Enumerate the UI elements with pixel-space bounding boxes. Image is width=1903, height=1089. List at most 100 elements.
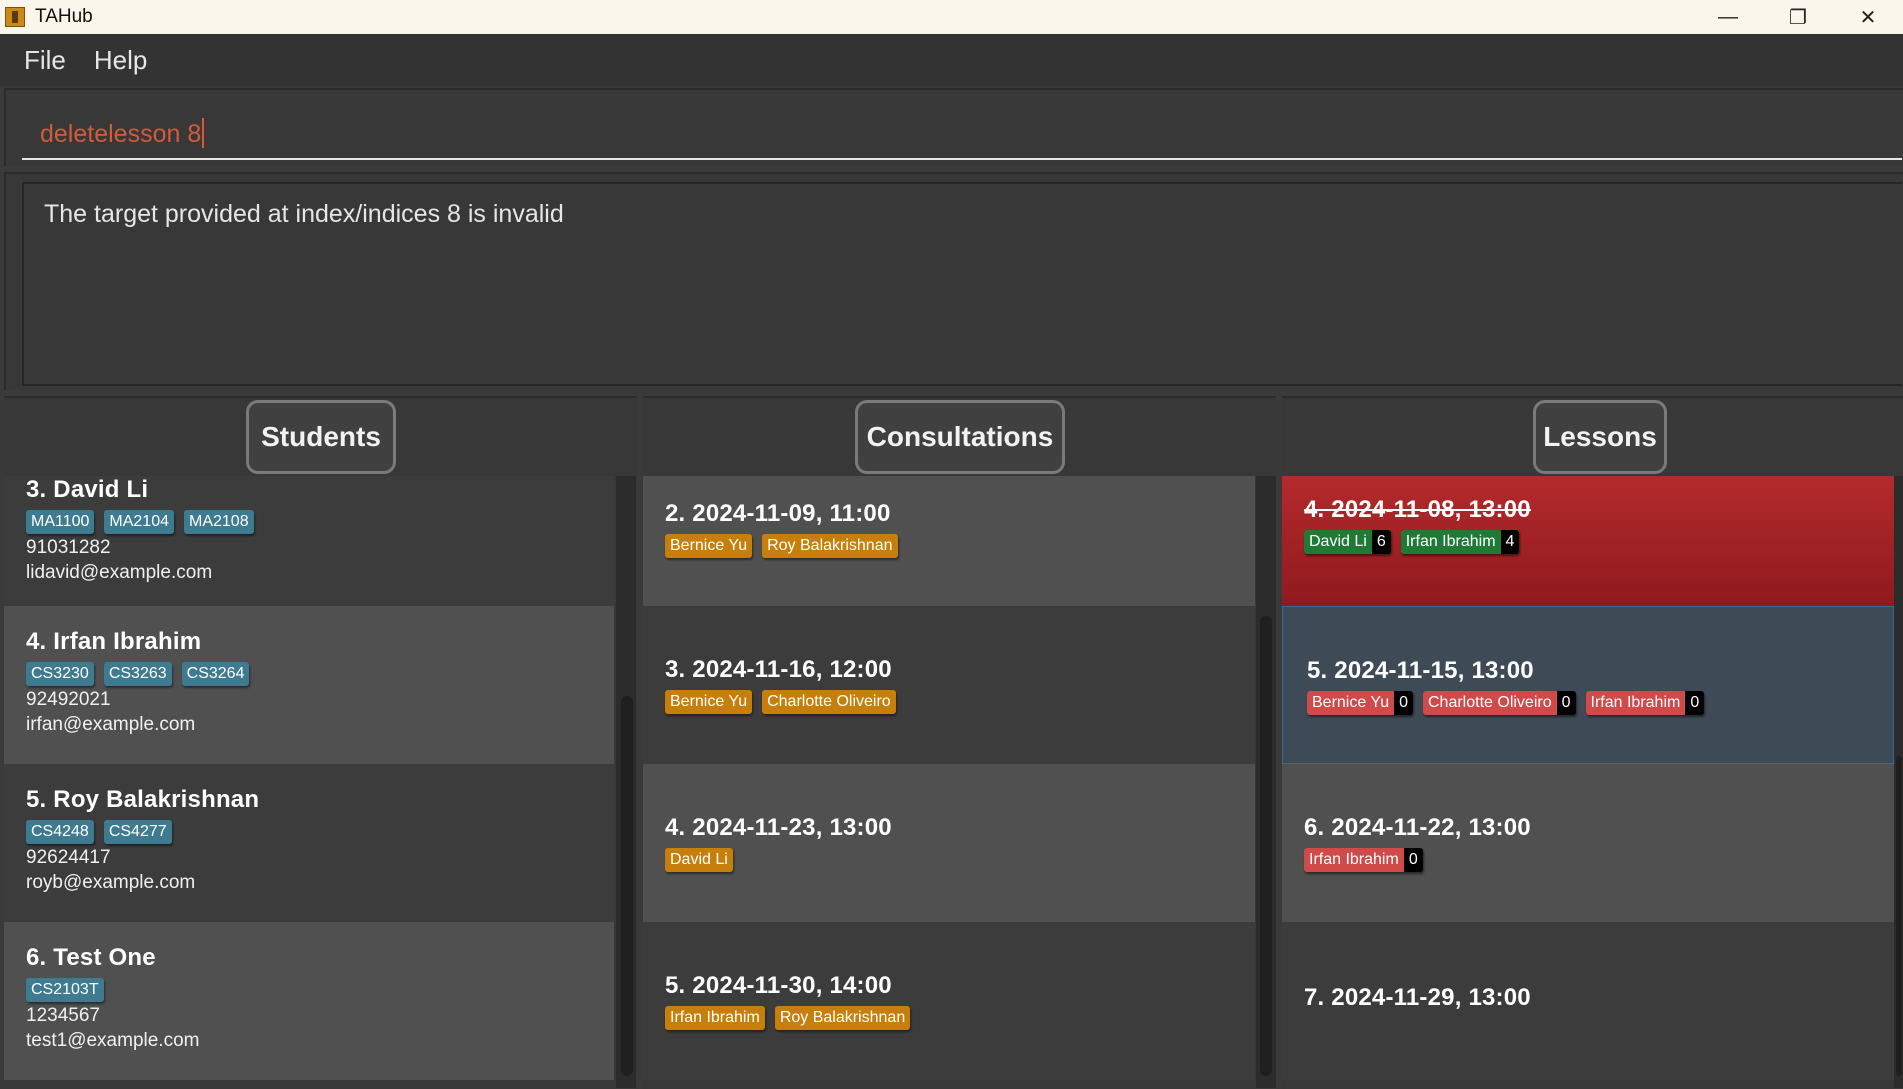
student-tag: Charlotte Oliveiro <box>762 690 896 714</box>
lessons-scroll-thumb[interactable] <box>1896 756 1902 1076</box>
students-scrollbar[interactable] <box>616 476 636 1088</box>
module-tag: CS3263 <box>103 662 172 686</box>
student-card[interactable]: 5. Roy Balakrishnan CS4248 CS4277 926244… <box>4 764 614 922</box>
attendance-tag: Irfan Ibrahim 0 <box>1585 691 1705 715</box>
consultation-title: 4. 2024-11-23, 13:00 <box>665 814 892 841</box>
student-card[interactable]: 6. Test One CS2103T 1234567 test1@exampl… <box>4 922 614 1080</box>
student-tag: Roy Balakrishnan <box>762 534 898 558</box>
module-tag: MA1100 <box>26 510 95 534</box>
consultation-students: Bernice Yu Charlotte Oliveiro <box>665 690 1255 714</box>
consultation-card[interactable]: 2. 2024-11-09, 11:00 Bernice Yu Roy Bala… <box>643 476 1255 606</box>
lesson-title: 6. 2024-11-22, 13:00 <box>1304 814 1531 841</box>
student-name: 6. Test One <box>26 944 156 971</box>
module-tag: CS3264 <box>181 662 250 686</box>
lesson-students: David Li 6 Irfan Ibrahim 4 <box>1304 530 1894 554</box>
lesson-card[interactable]: 7. 2024-11-29, 13:00 <box>1282 922 1894 1080</box>
consultation-card[interactable]: 4. 2024-11-23, 13:00 David Li <box>643 764 1255 922</box>
close-button[interactable]: ✕ <box>1833 0 1903 34</box>
student-tags: CS3230 CS3263 CS3264 <box>26 662 614 686</box>
participation-count: 4 <box>1500 530 1520 554</box>
lesson-card[interactable]: 6. 2024-11-22, 13:00 Irfan Ibrahim 0 <box>1282 764 1894 922</box>
lesson-title: 7. 2024-11-29, 13:00 <box>1304 984 1531 1011</box>
command-box: deletelesson 8 <box>4 88 1903 166</box>
consultations-header: Consultations <box>855 400 1065 474</box>
student-tags: CS4248 CS4277 <box>26 820 614 844</box>
module-tag: CS4248 <box>26 820 94 844</box>
lesson-card-past[interactable]: 4. 2024-11-08, 13:00 David Li 6 Irfan Ib… <box>1282 476 1894 606</box>
command-text: deletelesson 8 <box>40 120 202 148</box>
lesson-title: 4. 2024-11-08, 13:00 <box>1304 496 1531 523</box>
consultation-students: David Li <box>665 848 1255 872</box>
app-icon <box>5 7 25 27</box>
consultation-students: Irfan Ibrahim Roy Balakrishnan <box>665 1006 1255 1030</box>
text-caret <box>202 118 205 148</box>
consultations-panel: Consultations 2. 2024-11-09, 11:00 Berni… <box>643 396 1276 1089</box>
attendance-tag: Bernice Yu 0 <box>1307 691 1413 715</box>
module-tag: CS2103T <box>26 978 104 1002</box>
maximize-button[interactable]: ❐ <box>1763 0 1833 34</box>
student-phone: 92492021 <box>26 689 111 710</box>
student-email: test1@example.com <box>26 1030 200 1051</box>
window-controls: — ❐ ✕ <box>1693 0 1903 34</box>
students-header: Students <box>246 400 396 474</box>
student-tag: Irfan Ibrahim <box>665 1006 765 1030</box>
attendance-tag: Irfan Ibrahim 0 <box>1304 848 1423 872</box>
student-card[interactable]: 4. Irfan Ibrahim CS3230 CS3263 CS3264 92… <box>4 606 614 764</box>
student-tag: Irfan Ibrahim <box>1304 848 1404 872</box>
participation-count: 0 <box>1394 691 1413 715</box>
participation-count: 6 <box>1371 530 1391 554</box>
participation-count: 0 <box>1556 691 1576 715</box>
result-message: The target provided at index/indices 8 i… <box>22 182 1902 386</box>
students-scroll-thumb[interactable] <box>621 696 633 1076</box>
lesson-students: Bernice Yu 0 Charlotte Oliveiro 0 Irfan … <box>1307 691 1893 715</box>
attendance-tag: David Li 6 <box>1304 530 1391 554</box>
consultation-card[interactable]: 3. 2024-11-16, 12:00 Bernice Yu Charlott… <box>643 606 1255 764</box>
student-tag: David Li <box>1304 530 1372 554</box>
title-bar: TAHub — ❐ ✕ <box>0 0 1903 34</box>
student-name: 5. Roy Balakrishnan <box>26 786 260 813</box>
attendance-tag: Irfan Ibrahim 4 <box>1400 530 1520 554</box>
consultation-title: 2. 2024-11-09, 11:00 <box>665 500 891 527</box>
student-tags: CS2103T <box>26 978 614 1002</box>
student-name: 3. David Li <box>26 476 149 503</box>
student-tag: David Li <box>665 848 733 872</box>
consultations-scrollbar[interactable] <box>1256 476 1276 1088</box>
student-name: 4. Irfan Ibrahim <box>26 628 202 655</box>
lessons-header: Lessons <box>1533 400 1667 474</box>
lesson-students: Irfan Ibrahim 0 <box>1304 848 1894 872</box>
module-tag: CS3230 <box>26 662 94 686</box>
student-tag: Irfan Ibrahim <box>1400 530 1501 554</box>
minimize-button[interactable]: — <box>1693 0 1763 34</box>
lessons-scrollbar[interactable] <box>1894 476 1903 1088</box>
students-panel: Students 3. David Li MA1100 MA2104 MA210… <box>4 396 637 1089</box>
menu-help[interactable]: Help <box>94 45 147 76</box>
menu-file[interactable]: File <box>24 45 66 76</box>
student-tag: Bernice Yu <box>665 534 753 558</box>
student-tag: Bernice Yu <box>1307 691 1395 715</box>
attendance-tag: Charlotte Oliveiro 0 <box>1423 691 1576 715</box>
lesson-title: 5. 2024-11-15, 13:00 <box>1307 657 1534 684</box>
student-phone: 91031282 <box>26 537 111 558</box>
consultation-students: Bernice Yu Roy Balakrishnan <box>665 534 1255 558</box>
lesson-card-selected[interactable]: 5. 2024-11-15, 13:00 Bernice Yu 0 Charlo… <box>1282 606 1894 764</box>
menu-bar: File Help <box>0 34 1903 86</box>
student-phone: 1234567 <box>26 1005 100 1026</box>
consultations-scroll-thumb[interactable] <box>1260 616 1272 1076</box>
window-title: TAHub <box>35 6 93 27</box>
student-email: royb@example.com <box>26 872 196 893</box>
student-tag: Irfan Ibrahim <box>1585 691 1686 715</box>
command-input[interactable]: deletelesson 8 <box>22 106 1902 160</box>
participation-count: 0 <box>1685 691 1705 715</box>
student-phone: 92624417 <box>26 847 111 868</box>
participation-count: 0 <box>1403 848 1423 872</box>
student-email: lidavid@example.com <box>26 562 213 583</box>
student-tags: MA1100 MA2104 MA2108 <box>26 510 614 534</box>
module-tag: MA2108 <box>184 510 254 534</box>
student-tag: Charlotte Oliveiro <box>1423 691 1557 715</box>
student-email: irfan@example.com <box>26 714 196 735</box>
student-card[interactable]: 3. David Li MA1100 MA2104 MA2108 9103128… <box>4 476 614 606</box>
module-tag: MA2104 <box>104 510 174 534</box>
consultation-card[interactable]: 5. 2024-11-30, 14:00 Irfan Ibrahim Roy B… <box>643 922 1255 1080</box>
student-tag: Bernice Yu <box>665 690 753 714</box>
student-tag: Roy Balakrishnan <box>774 1006 911 1030</box>
